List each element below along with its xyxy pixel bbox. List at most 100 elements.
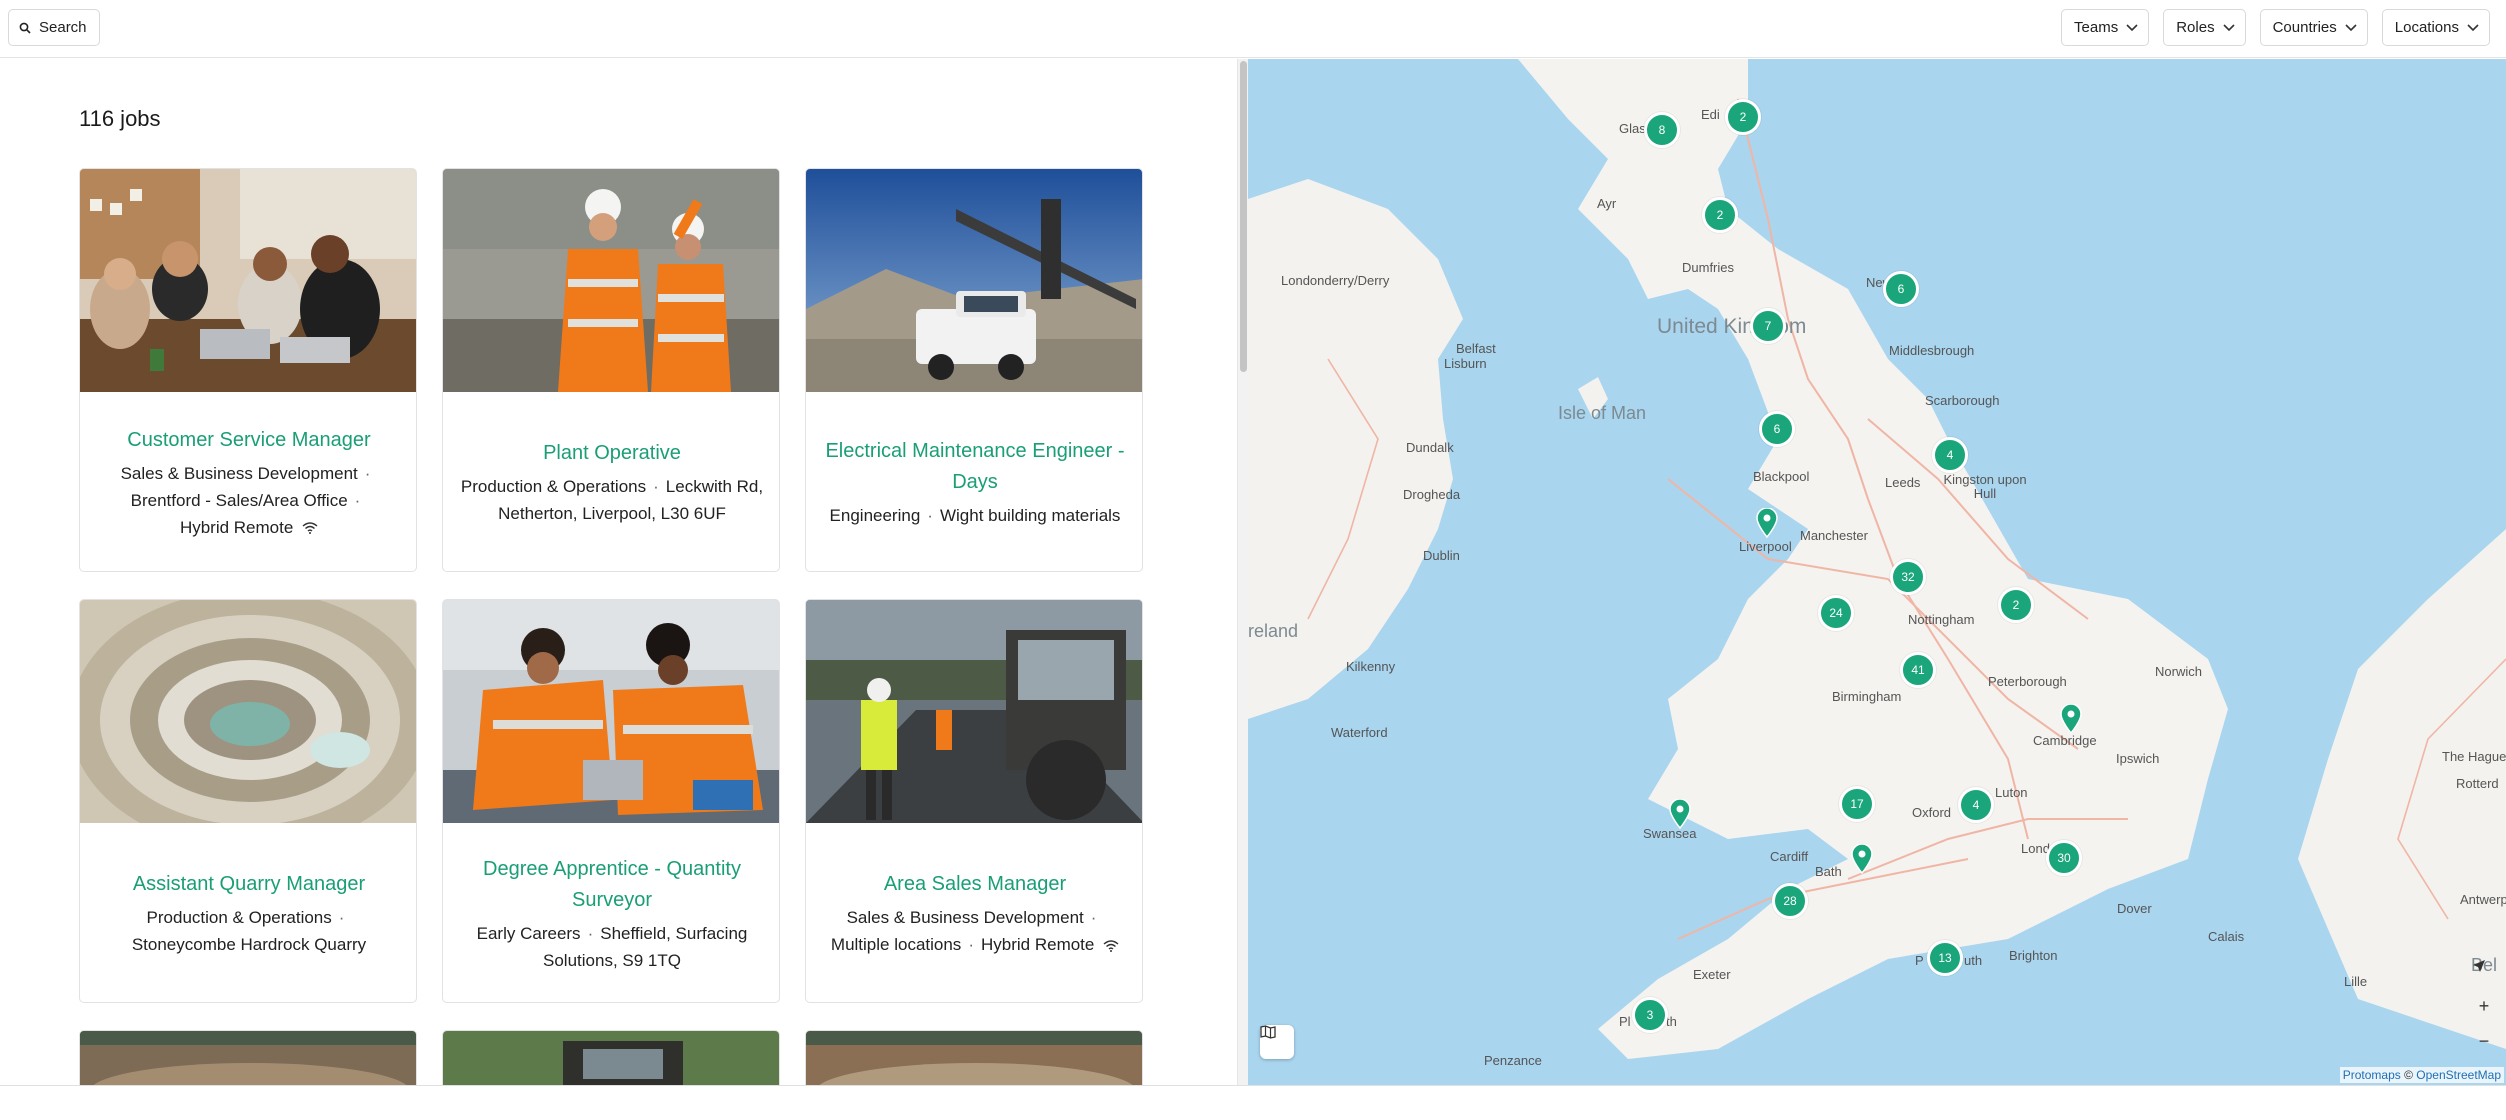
road-paving-photo (806, 600, 1142, 823)
job-team: Production & Operations (146, 908, 332, 927)
job-cluster-marker[interactable]: 24 (1818, 595, 1854, 631)
job-title[interactable]: Degree Apprentice - Quantity Surveyor (457, 854, 767, 916)
job-cluster-marker[interactable]: 28 (1772, 883, 1808, 919)
location-pin-icon[interactable] (1756, 508, 1778, 538)
job-cluster-marker[interactable]: 4 (1958, 787, 1994, 823)
map-label: Drogheda (1403, 487, 1461, 502)
protomaps-link[interactable]: Protomaps (2343, 1068, 2401, 1082)
teams-filter[interactable]: Teams (2061, 9, 2150, 46)
map-attribution: Protomaps © OpenStreetMap (2339, 1067, 2504, 1083)
map-label: Liverpool (1739, 539, 1792, 554)
job-cluster-marker[interactable]: 17 (1839, 786, 1875, 822)
locations-filter-label: Locations (2394, 19, 2459, 36)
job-team: Early Careers (476, 923, 581, 943)
job-title[interactable]: Area Sales Manager (884, 869, 1066, 900)
job-cluster-marker[interactable]: 13 (1927, 940, 1963, 976)
locations-filter[interactable]: Locations (2381, 9, 2490, 46)
map-label: reland (1248, 621, 1299, 641)
map-label: Manchester (1800, 528, 1868, 543)
chevron-down-icon (2126, 23, 2138, 31)
map-label: Bath (1815, 864, 1842, 879)
job-meta: Engineering · Wight building materials (830, 502, 1121, 529)
job-cluster-marker[interactable]: 30 (2046, 840, 2082, 876)
map-label: Dundalk (1406, 440, 1454, 455)
location-pin-icon[interactable] (2060, 704, 2082, 734)
job-meta: Production & Operations · Stoneycombe Har… (132, 904, 366, 958)
job-location: Wight building materials (939, 506, 1121, 525)
job-team: Production & Operations (460, 477, 647, 496)
job-cluster-marker[interactable]: 4 (1932, 437, 1968, 473)
countries-filter[interactable]: Countries (2259, 9, 2368, 46)
job-cluster-marker[interactable]: 6 (1883, 271, 1919, 307)
filter-bar: Teams Roles Countries Locations (2061, 9, 2490, 46)
separator-dot: · (653, 477, 659, 496)
wifi-icon (1103, 939, 1119, 952)
map-label: Luton (1995, 785, 2028, 800)
workers-hi-vis-photo (443, 169, 779, 392)
location-pin-icon[interactable] (1669, 799, 1691, 829)
map-base (1248, 59, 2506, 1059)
office-team-photo (80, 169, 416, 392)
map-label: Rotterd (2456, 776, 2499, 791)
job-cluster-marker[interactable]: 2 (1702, 197, 1738, 233)
map-label: Birmingham (1832, 689, 1902, 704)
separator-dot: · (1090, 908, 1097, 927)
roles-filter[interactable]: Roles (2163, 9, 2246, 46)
map-label: Dumfries (1682, 260, 1735, 275)
openstreetmap-link[interactable]: OpenStreetMap (2416, 1068, 2501, 1082)
job-title[interactable]: Customer Service Manager (127, 425, 370, 456)
job-cluster-marker[interactable]: 32 (1890, 559, 1926, 595)
job-cluster-marker[interactable]: 2 (1725, 99, 1761, 135)
locate-me-icon[interactable] (2472, 959, 2496, 983)
job-card[interactable]: Assistant Quarry Manager Production & Op… (79, 599, 417, 1003)
job-cluster-marker[interactable]: 8 (1644, 112, 1680, 148)
job-meta: Production & Operations · Leckwith Rd, Net… (457, 473, 767, 527)
map-label: Leeds (1885, 475, 1921, 490)
map-label: Cardiff (1770, 849, 1809, 864)
location-pin-icon[interactable] (1851, 844, 1873, 874)
top-bar: Search Teams Roles Countries Locations (0, 0, 2506, 58)
separator-dot: · (338, 908, 345, 927)
zoom-in-button[interactable]: + (2472, 994, 2496, 1018)
job-cluster-marker[interactable]: 6 (1759, 411, 1795, 447)
scrollbar-thumb[interactable] (1240, 61, 1247, 372)
map-label: Peterborough (1988, 674, 2067, 689)
job-cluster-marker[interactable]: 7 (1750, 308, 1786, 344)
chevron-down-icon (2467, 23, 2479, 31)
separator-dot: · (968, 935, 974, 954)
job-cluster-marker[interactable]: 2 (1998, 587, 2034, 623)
map-label: Exeter (1693, 967, 1731, 982)
attribution-separator: © (2404, 1068, 2413, 1082)
teams-filter-label: Teams (2074, 19, 2119, 36)
job-card[interactable] (442, 1030, 780, 1085)
job-title[interactable]: Plant Operative (543, 438, 681, 469)
job-location: Stoneycombe Hardrock Quarry (131, 935, 367, 954)
job-card[interactable]: Plant Operative Production & Operations ·… (442, 168, 780, 572)
job-remote: Hybrid Remote (179, 517, 294, 537)
map-icon (1260, 1025, 1276, 1039)
map-label: The Hague (2442, 749, 2506, 764)
job-cluster-marker[interactable]: 41 (1900, 652, 1936, 688)
job-card[interactable] (805, 1030, 1143, 1085)
job-card[interactable]: Customer Service Manager Sales & Busines… (79, 168, 417, 572)
job-cluster-marker[interactable]: 3 (1632, 997, 1668, 1033)
job-card[interactable] (79, 1030, 417, 1085)
job-title[interactable]: Assistant Quarry Manager (133, 869, 365, 900)
job-location: Brentford - Sales/Area Office (130, 490, 348, 510)
jobs-map[interactable]: Glas Edi Ayr Dumfries Londonderry/Derry … (1248, 59, 2506, 1085)
job-card[interactable]: Area Sales Manager Sales & Business Deve… (805, 599, 1143, 1003)
map-layers-button[interactable] (1260, 1025, 1294, 1059)
map-label: Blackpool (1753, 469, 1810, 484)
job-card-body: Customer Service Manager Sales & Busines… (80, 392, 416, 571)
map-label: Londonderry/Derry (1281, 273, 1390, 288)
map-label: Ipswich (2116, 751, 2160, 766)
search-button[interactable]: Search (8, 9, 100, 46)
job-card[interactable]: Degree Apprentice - Quantity Surveyor Ea… (442, 599, 780, 1003)
zoom-out-button[interactable]: − (2472, 1029, 2496, 1053)
list-scrollbar[interactable] (1237, 59, 1248, 1085)
job-title[interactable]: Electrical Maintenance Engineer - Days (820, 436, 1130, 498)
job-card[interactable]: Electrical Maintenance Engineer - Days E… (805, 168, 1143, 572)
countries-filter-label: Countries (2272, 19, 2337, 36)
search-label: Search (39, 19, 87, 36)
map-label: Pl (1619, 1014, 1631, 1029)
